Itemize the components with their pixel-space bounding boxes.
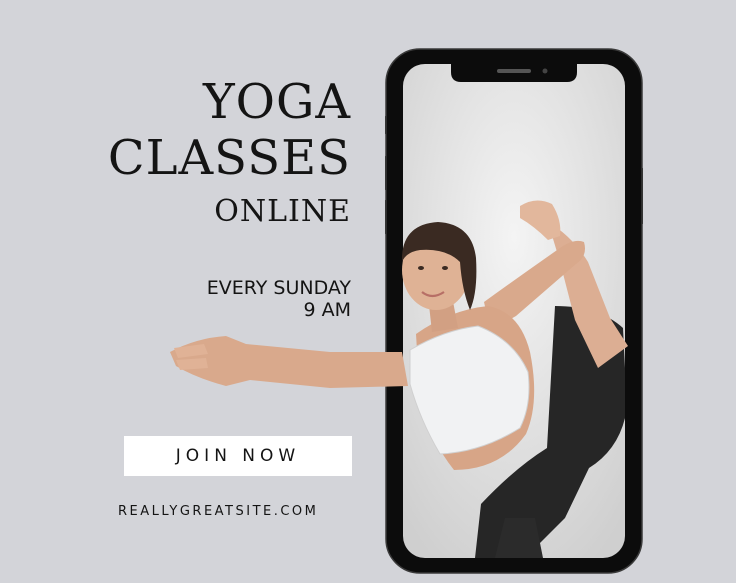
yoga-figure: [170, 200, 628, 470]
yoga-poster: YOGA CLASSES ONLINE EVERY SUNDAY 9 AM JO…: [0, 0, 736, 583]
yoga-raised-leg: [548, 222, 628, 368]
yoga-foot: [520, 200, 561, 240]
